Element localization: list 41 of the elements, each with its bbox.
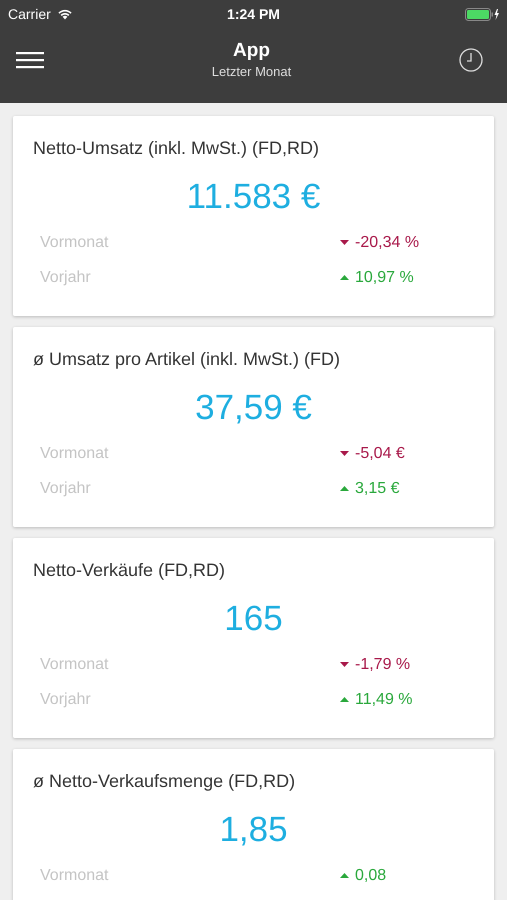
comparison-label: Vorjahr	[39, 690, 92, 708]
battery-icon	[465, 8, 501, 20]
change-value: 10,97 %	[355, 268, 414, 286]
kpi-value: 11.583 €	[186, 177, 320, 217]
wifi-icon	[56, 8, 73, 20]
menu-icon[interactable]	[16, 50, 44, 68]
comparison-label: Vorjahr	[39, 480, 92, 498]
change-value: -20,34 %	[355, 234, 420, 252]
kpi-value: 37,59 €	[195, 388, 312, 428]
kpi-value: 165	[224, 599, 283, 639]
comparison-label: Vorjahr	[39, 268, 92, 286]
up-triangle-icon	[340, 873, 349, 878]
card-title: ø Umsatz pro Artikel (inkl. MwSt.) (FD)	[33, 349, 340, 370]
change-value: -5,04 €	[355, 444, 405, 462]
comparison-label: Vormonat	[39, 866, 110, 884]
up-triangle-icon	[340, 697, 349, 702]
comparison-label: Vormonat	[39, 234, 110, 252]
comparison-label: Vormonat	[39, 444, 110, 462]
down-triangle-icon	[340, 240, 349, 245]
change-value: 0,08	[355, 866, 386, 884]
history-icon[interactable]	[459, 48, 483, 72]
kpi-card[interactable]: Netto-Umsatz (inkl. MwSt.) (FD,RD) 11.583 € Vormonat -20,34 % Vorjahr 10,97 %	[13, 116, 494, 316]
header-subtitle: Letzter Monat	[212, 64, 292, 79]
card-title: Netto-Verkäufe (FD,RD)	[33, 560, 226, 581]
card-title: Netto-Umsatz (inkl. MwSt.) (FD,RD)	[33, 138, 320, 159]
card-title: ø Netto-Verkaufsmenge (FD,RD)	[33, 771, 296, 792]
down-triangle-icon	[340, 662, 349, 667]
kpi-card[interactable]: ø Umsatz pro Artikel (inkl. MwSt.) (FD) 37,59 € Vormonat -5,04 € Vorjahr 3,15 €	[13, 327, 494, 527]
kpi-value: 1,85	[219, 810, 288, 850]
carrier-label: Carrier	[8, 6, 51, 22]
down-triangle-icon	[340, 451, 349, 456]
up-triangle-icon	[340, 486, 349, 491]
header-title: App	[233, 40, 270, 62]
up-triangle-icon	[340, 275, 349, 280]
change-value: -1,79 %	[355, 656, 410, 674]
kpi-card[interactable]: ø Netto-Verkaufsmenge (FD,RD) 1,85 Vormonat 0,08	[13, 749, 494, 900]
comparison-label: Vormonat	[39, 656, 110, 674]
change-value: 3,15 €	[355, 480, 400, 498]
kpi-card[interactable]: Netto-Verkäufe (FD,RD) 165 Vormonat -1,79 % Vorjahr 11,49 %	[13, 538, 494, 738]
change-value: 11,49 %	[355, 690, 413, 708]
status-time: 1:24 PM	[227, 6, 280, 22]
